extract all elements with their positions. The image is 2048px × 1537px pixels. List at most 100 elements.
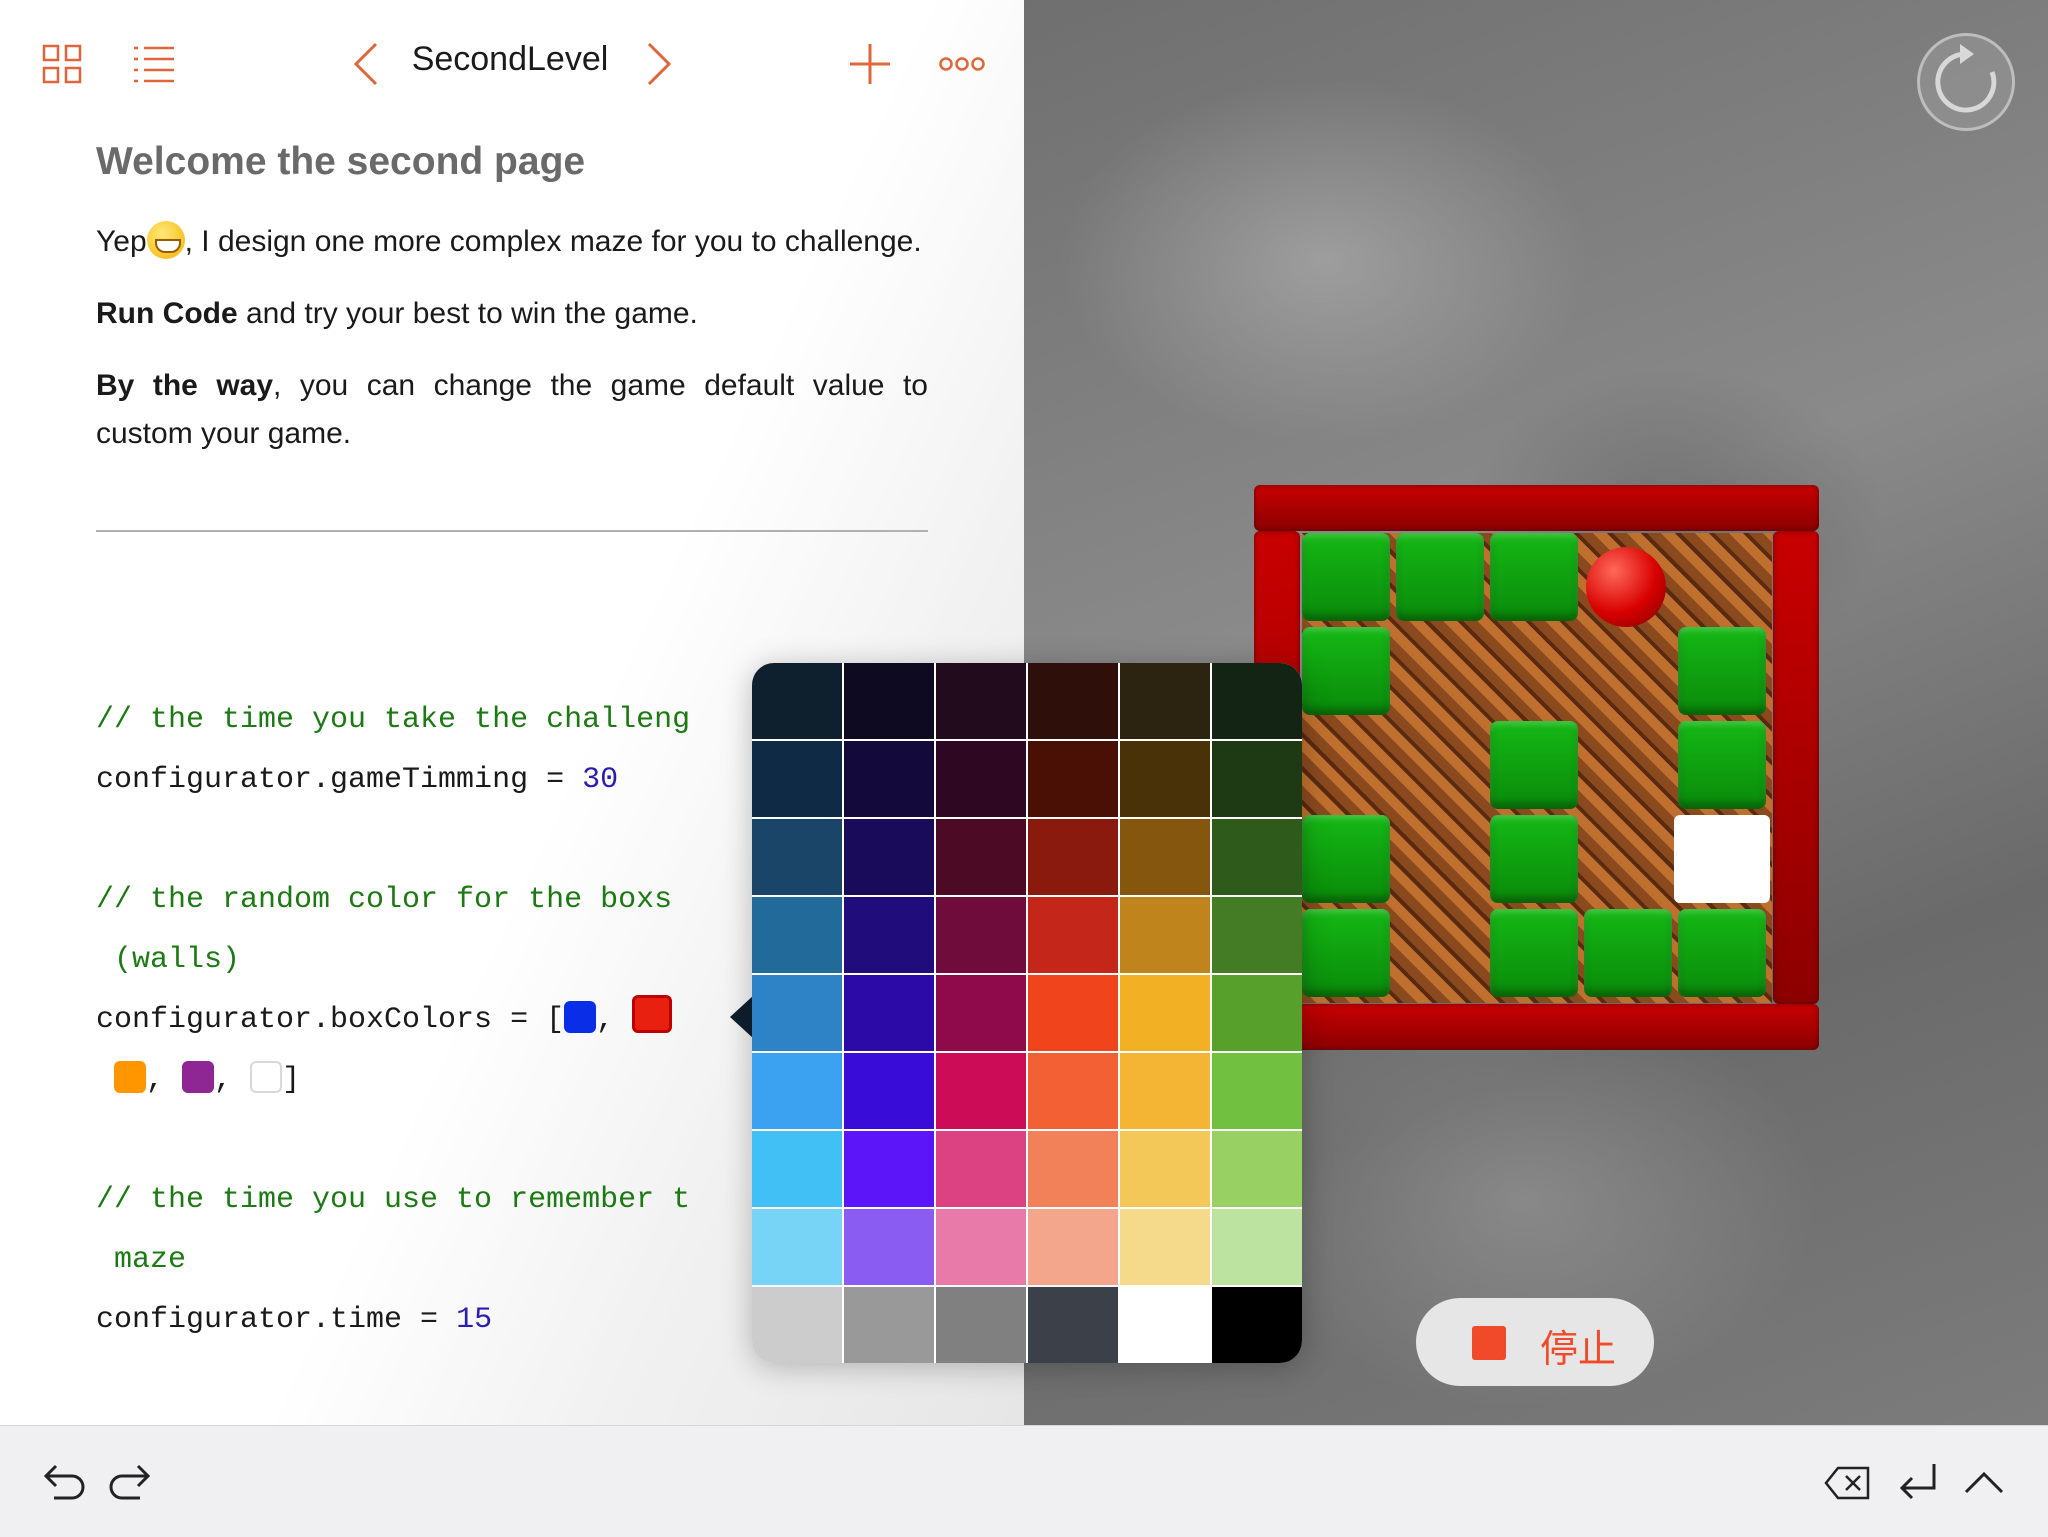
color-cell[interactable]: [1028, 1287, 1118, 1363]
color-swatch-orange[interactable]: [114, 1061, 147, 1093]
code-blank-line[interactable]: [96, 810, 756, 870]
color-cell[interactable]: [752, 819, 842, 895]
chevron-right-icon[interactable]: [645, 42, 673, 86]
color-cell[interactable]: [936, 819, 1026, 895]
color-cell[interactable]: [1028, 1053, 1118, 1129]
color-cell[interactable]: [752, 1131, 842, 1207]
maze-block: [1490, 909, 1578, 997]
maze-wall-bottom: [1254, 1004, 1819, 1050]
nav-title: SecondLevel: [411, 40, 609, 78]
color-cell[interactable]: [752, 1287, 842, 1363]
color-cell[interactable]: [844, 819, 934, 895]
color-swatch-red-selected[interactable]: [632, 995, 673, 1033]
color-swatch-white[interactable]: [250, 1061, 283, 1093]
code-line-box-colors[interactable]: configurator.boxColors = [,: [96, 990, 756, 1050]
color-cell[interactable]: [1212, 819, 1302, 895]
undo-icon[interactable]: [42, 1464, 86, 1504]
divider: [96, 530, 928, 532]
color-cell[interactable]: [844, 1287, 934, 1363]
color-cell[interactable]: [1212, 1209, 1302, 1285]
code-comment-continuation[interactable]: (walls): [96, 930, 756, 990]
color-cell[interactable]: [1212, 1287, 1302, 1363]
color-cell[interactable]: [1212, 975, 1302, 1051]
chevron-up-icon[interactable]: [1964, 1470, 2004, 1494]
color-cell[interactable]: [1120, 1287, 1210, 1363]
stop-button[interactable]: 停止: [1416, 1298, 1654, 1386]
color-swatch-purple[interactable]: [182, 1061, 215, 1093]
color-cell[interactable]: [1028, 1209, 1118, 1285]
color-cell[interactable]: [844, 663, 934, 739]
grinning-emoji-icon: [146, 221, 185, 259]
color-cell[interactable]: [936, 1287, 1026, 1363]
list-icon[interactable]: [132, 44, 176, 84]
color-cell[interactable]: [844, 1053, 934, 1129]
color-cell[interactable]: [1120, 741, 1210, 817]
color-cell[interactable]: [1028, 819, 1118, 895]
color-cell[interactable]: [1028, 897, 1118, 973]
code-blank-line[interactable]: [96, 1110, 756, 1170]
color-cell[interactable]: [1212, 1053, 1302, 1129]
return-icon[interactable]: [1896, 1462, 1938, 1502]
color-cell[interactable]: [936, 1131, 1026, 1207]
color-cell[interactable]: [1120, 897, 1210, 973]
color-cell[interactable]: [752, 897, 842, 973]
color-cell[interactable]: [936, 897, 1026, 973]
color-cell[interactable]: [752, 975, 842, 1051]
maze-goal: [1674, 815, 1770, 903]
maze-board: [1254, 485, 1819, 1050]
color-cell[interactable]: [1028, 1131, 1118, 1207]
code-text: ]: [282, 1063, 301, 1097]
color-cell[interactable]: [752, 1053, 842, 1129]
code-comment[interactable]: // the random color for the boxs: [96, 870, 756, 930]
code-line-box-colors-cont[interactable]: , , ]: [96, 1050, 756, 1110]
code-line-time[interactable]: configurator.time = 15: [96, 1290, 756, 1350]
code-number[interactable]: 30: [582, 763, 618, 797]
color-cell[interactable]: [1212, 663, 1302, 739]
code-text: configurator.boxColors = [: [96, 1003, 565, 1037]
code-comment-continuation[interactable]: maze: [96, 1230, 756, 1290]
code-editor[interactable]: // the time you take the challeng config…: [96, 690, 756, 1350]
maze-block: [1302, 909, 1390, 997]
code-comment[interactable]: // the time you take the challeng: [96, 690, 756, 750]
color-cell[interactable]: [1120, 1131, 1210, 1207]
plus-icon[interactable]: [848, 42, 892, 86]
color-cell[interactable]: [1120, 1209, 1210, 1285]
maze-block: [1490, 721, 1578, 809]
code-comment[interactable]: // the time you use to remember t: [96, 1170, 756, 1230]
color-picker-popover[interactable]: [752, 663, 1302, 1363]
color-cell[interactable]: [1120, 819, 1210, 895]
color-cell[interactable]: [844, 975, 934, 1051]
color-cell[interactable]: [844, 1131, 934, 1207]
redo-icon[interactable]: [108, 1464, 152, 1504]
reset-icon[interactable]: [1917, 33, 2015, 131]
color-cell[interactable]: [936, 663, 1026, 739]
color-cell[interactable]: [844, 897, 934, 973]
more-icon[interactable]: [938, 56, 986, 72]
color-cell[interactable]: [1212, 897, 1302, 973]
color-cell[interactable]: [1028, 663, 1118, 739]
code-number[interactable]: 15: [456, 1303, 492, 1337]
delete-icon[interactable]: [1824, 1466, 1872, 1500]
color-cell[interactable]: [936, 975, 1026, 1051]
color-cell[interactable]: [844, 1209, 934, 1285]
color-cell[interactable]: [1212, 1131, 1302, 1207]
code-line-game-timming[interactable]: configurator.gameTimming = 30: [96, 750, 756, 810]
color-cell[interactable]: [844, 741, 934, 817]
color-cell[interactable]: [1120, 975, 1210, 1051]
color-cell[interactable]: [936, 1209, 1026, 1285]
color-swatch-blue[interactable]: [564, 1001, 597, 1033]
by-the-way-bold: By the way: [96, 369, 274, 402]
color-cell[interactable]: [1120, 1053, 1210, 1129]
color-cell[interactable]: [1028, 975, 1118, 1051]
color-cell[interactable]: [752, 663, 842, 739]
color-cell[interactable]: [1120, 663, 1210, 739]
color-cell[interactable]: [752, 741, 842, 817]
color-cell[interactable]: [1028, 741, 1118, 817]
chevron-left-icon[interactable]: [352, 42, 380, 86]
grid-icon[interactable]: [42, 44, 82, 84]
color-cell[interactable]: [936, 1053, 1026, 1129]
color-cell[interactable]: [936, 741, 1026, 817]
maze-block: [1302, 533, 1390, 621]
color-cell[interactable]: [752, 1209, 842, 1285]
color-cell[interactable]: [1212, 741, 1302, 817]
